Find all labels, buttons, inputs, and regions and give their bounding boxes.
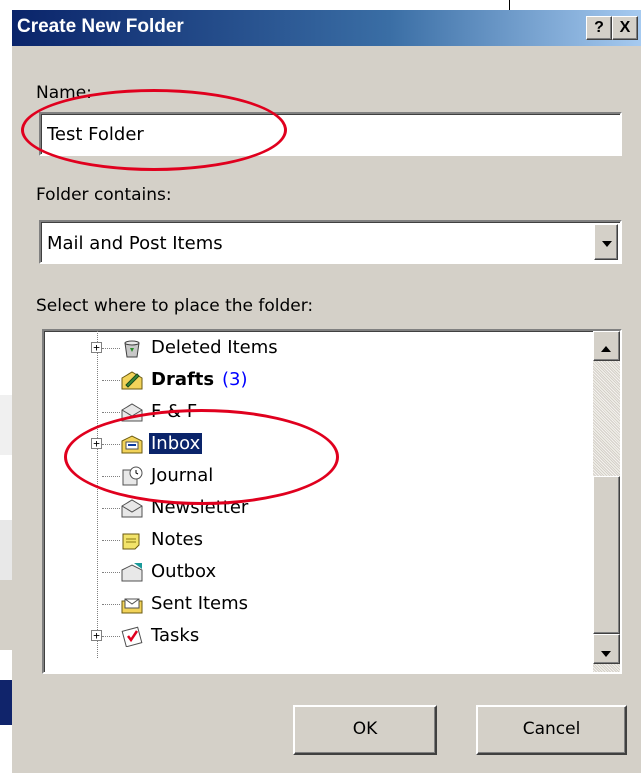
tree-item[interactable]: Sent Items: [44, 590, 584, 620]
help-button[interactable]: ?: [586, 16, 612, 40]
folder-contains-label: Folder contains:: [36, 185, 172, 205]
expand-toggle[interactable]: +: [91, 342, 102, 353]
deleted-items-icon: [120, 337, 144, 359]
tree-connector: [102, 572, 120, 573]
drafts-icon: [120, 369, 144, 391]
tree-connector: [102, 348, 120, 349]
tree-item-label: Sent Items: [151, 593, 249, 614]
vertical-scrollbar[interactable]: [593, 331, 620, 672]
folder-contains-value: Mail and Post Items: [47, 233, 223, 254]
cancel-button[interactable]: Cancel: [476, 705, 627, 755]
scroll-thumb[interactable]: [593, 476, 620, 634]
tree-item-label: Deleted Items: [151, 337, 278, 358]
tree-item[interactable]: + Deleted Items: [44, 334, 584, 364]
dropdown-button[interactable]: [594, 224, 618, 260]
background-window-fragment: [0, 680, 12, 725]
dialog-title: Create New Folder: [17, 16, 184, 37]
location-label: Select where to place the folder:: [36, 296, 314, 316]
chevron-up-icon: [601, 346, 611, 352]
ok-button[interactable]: OK: [293, 705, 437, 755]
expand-toggle[interactable]: +: [91, 630, 102, 641]
chevron-down-icon: [602, 241, 612, 247]
create-new-folder-dialog: Create New Folder ? X Name: Folder conta…: [12, 10, 641, 773]
tree-connector: [102, 508, 120, 509]
sent-items-icon: [120, 593, 144, 615]
tree-item[interactable]: Notes: [44, 526, 584, 556]
close-button[interactable]: X: [612, 16, 638, 40]
tasks-icon: [120, 625, 144, 648]
background-window-fragment: [0, 580, 12, 650]
unread-count: (3): [222, 369, 248, 390]
tree-item[interactable]: + Tasks: [44, 622, 584, 652]
title-bar: Create New Folder ? X: [12, 10, 641, 46]
tree-connector: [102, 380, 120, 381]
chevron-down-icon: [601, 651, 611, 657]
tree-connector: [102, 540, 120, 541]
scroll-up-button[interactable]: [593, 331, 620, 361]
folder-icon: [120, 497, 144, 519]
outbox-icon: [120, 561, 144, 583]
tree-item-label: Drafts: [151, 369, 215, 390]
tree-item[interactable]: Outbox: [44, 558, 584, 588]
tree-connector: [102, 636, 120, 637]
annotation-circle-inbox: [64, 409, 339, 505]
tree-item[interactable]: Newsletter: [44, 494, 584, 524]
tree-item-label: Outbox: [151, 561, 217, 582]
tree-item[interactable]: Drafts (3): [44, 366, 584, 396]
tree-connector: [102, 412, 120, 413]
annotation-circle-name: [21, 89, 287, 171]
background-window-fragment: [0, 520, 12, 580]
tree-connector: [102, 604, 120, 605]
tree-item-label: Tasks: [151, 625, 200, 646]
notes-icon: [120, 529, 144, 551]
scroll-down-button[interactable]: [593, 634, 620, 664]
background-window-fragment: [0, 395, 12, 455]
folder-contains-select[interactable]: Mail and Post Items: [39, 220, 622, 264]
tree-item-label: Notes: [151, 529, 203, 550]
folder-tree[interactable]: + Deleted Items Drafts (3) F & F + Inbox Journa…: [42, 329, 622, 674]
